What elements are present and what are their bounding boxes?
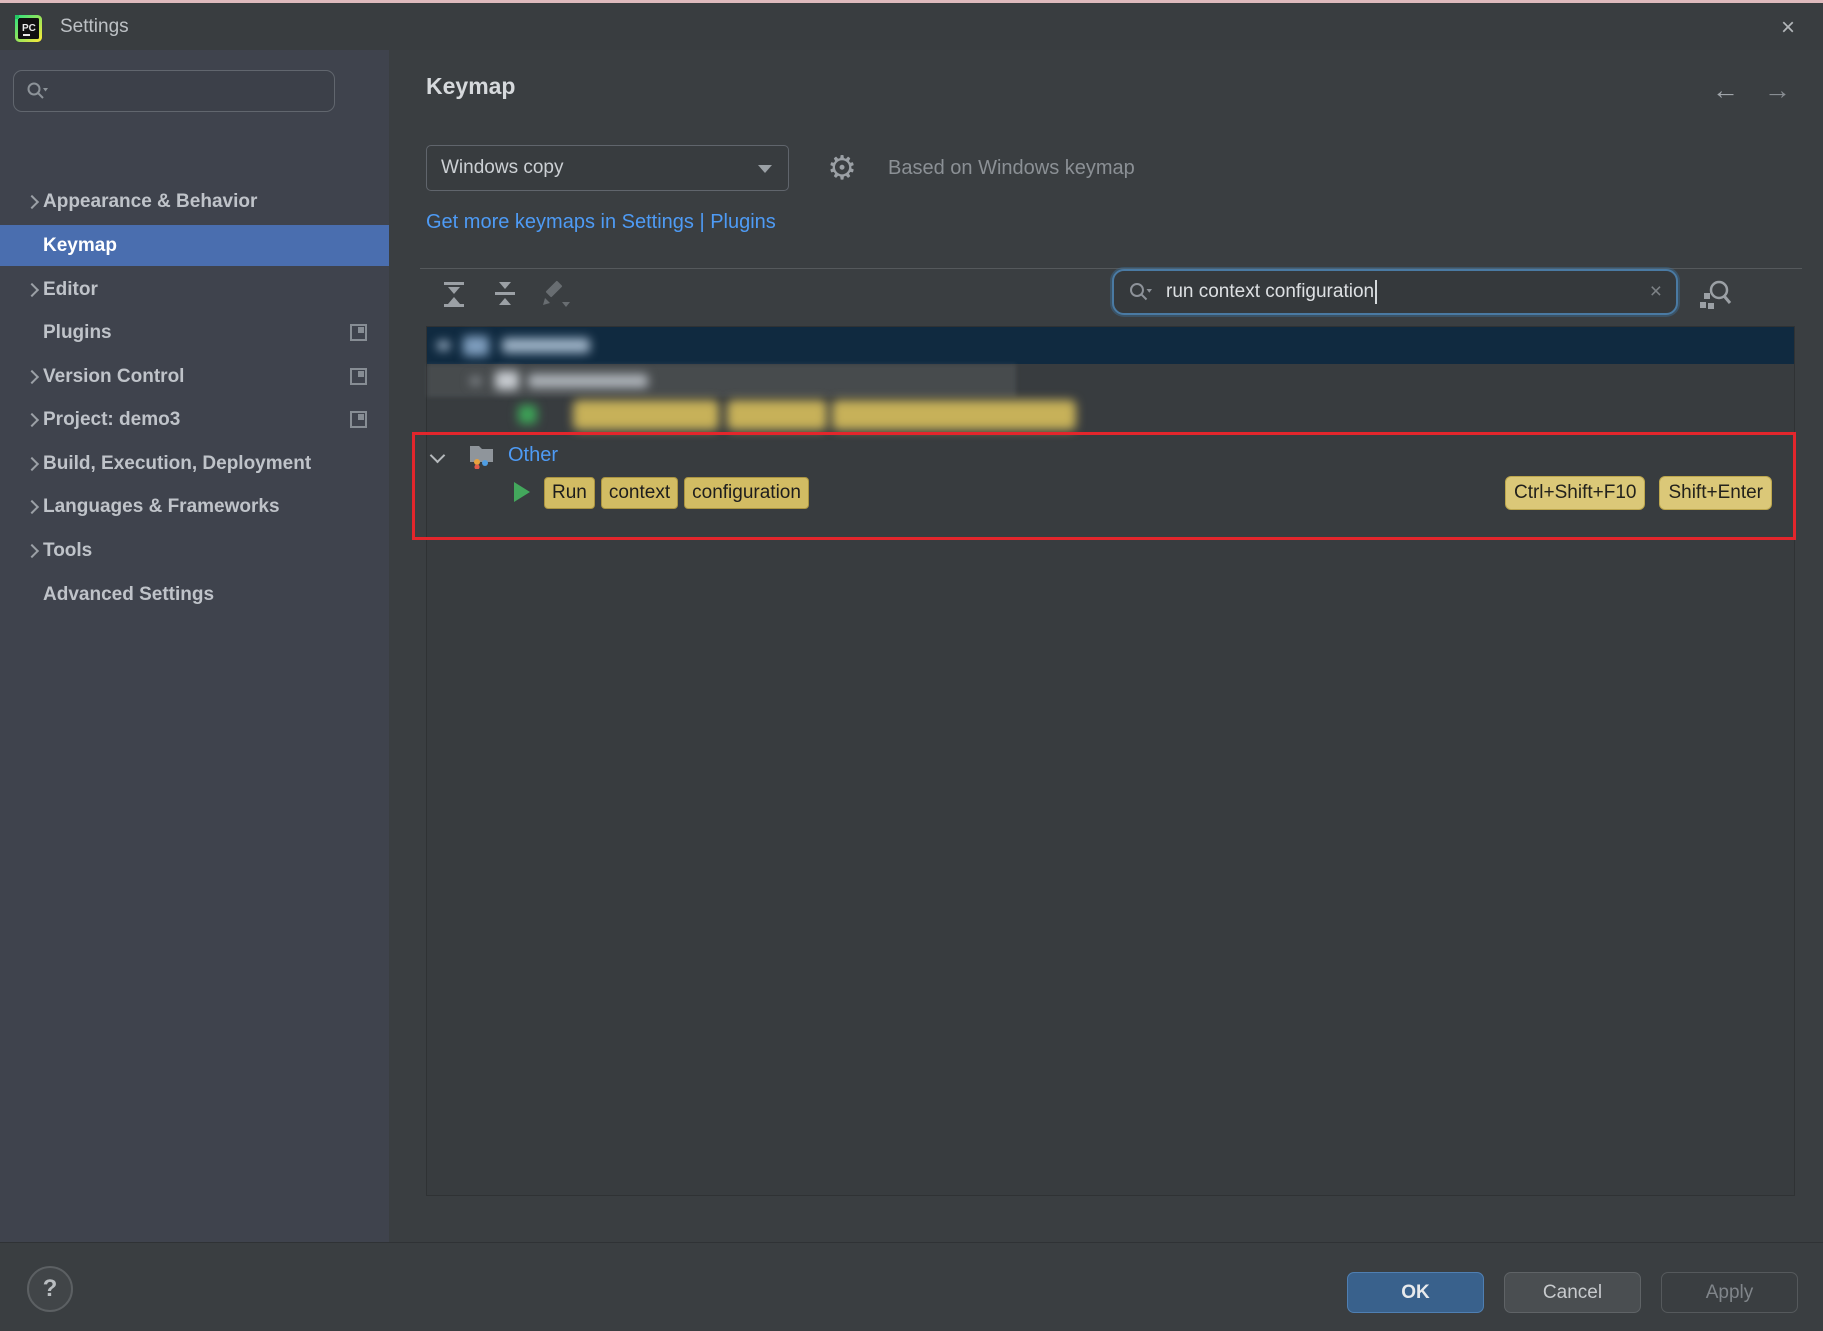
- text-caret: [1375, 280, 1377, 304]
- sidebar-item-project-demo3[interactable]: Project: demo3: [0, 399, 389, 440]
- back-icon[interactable]: ←: [1712, 75, 1739, 106]
- tree-row-selected-blurred[interactable]: [427, 327, 1794, 364]
- sidebar-item-build-execution-deployment[interactable]: Build, Execution, Deployment: [0, 443, 389, 484]
- plugin-provided-icon: [350, 324, 367, 341]
- pycharm-logo-icon: PC: [15, 15, 42, 42]
- sidebar-item-plugins[interactable]: Plugins: [0, 312, 389, 353]
- gear-icon[interactable]: ⚙: [820, 146, 864, 190]
- edit-icon[interactable]: [538, 278, 570, 310]
- sidebar-item-label: Keymap: [43, 235, 117, 257]
- sidebar-item-version-control[interactable]: Version Control: [0, 356, 389, 397]
- titlebar: PC Settings ×: [0, 3, 1823, 50]
- blurred-text: [528, 374, 648, 388]
- chevron-right-icon: [25, 543, 39, 557]
- find-actions-by-shortcut-icon[interactable]: [1698, 278, 1734, 312]
- collapse-all-icon[interactable]: [489, 278, 521, 310]
- cancel-button[interactable]: Cancel: [1504, 1272, 1641, 1313]
- chevron-right-icon: [25, 369, 39, 383]
- chevron-right-icon: [25, 499, 39, 513]
- ok-button[interactable]: OK: [1347, 1272, 1484, 1313]
- chevron-down-icon: [758, 165, 772, 173]
- settings-window: PC Settings × Appearance & Behavior Keym…: [0, 0, 1823, 1331]
- forward-icon[interactable]: →: [1764, 75, 1791, 106]
- action-search-input[interactable]: run context configuration ×: [1112, 269, 1678, 315]
- window-title: Settings: [60, 16, 129, 38]
- sidebar-item-label: Editor: [43, 279, 98, 301]
- chevron-right-icon: [25, 456, 39, 470]
- sidebar-item-keymap[interactable]: Keymap: [0, 225, 389, 266]
- apply-button[interactable]: Apply: [1661, 1272, 1798, 1313]
- sidebar-item-label: Build, Execution, Deployment: [43, 453, 311, 475]
- search-icon: [1128, 281, 1152, 303]
- blurred-run-icon: [518, 405, 537, 424]
- keymap-scheme-select[interactable]: Windows copy: [426, 145, 789, 191]
- close-icon[interactable]: ×: [1768, 9, 1808, 47]
- page-title: Keymap: [426, 73, 515, 100]
- based-on-label: Based on Windows keymap: [888, 157, 1135, 180]
- plugin-provided-icon: [350, 411, 367, 428]
- blurred-folder-icon: [495, 371, 519, 390]
- sidebar-item-advanced-settings[interactable]: Advanced Settings: [0, 574, 389, 615]
- keymap-scheme-value: Windows copy: [441, 157, 564, 179]
- plugin-provided-icon: [350, 368, 367, 385]
- chevron-right-icon: [25, 194, 39, 208]
- chevron-right-icon: [25, 282, 39, 296]
- sidebar-item-label: Tools: [43, 540, 92, 562]
- search-icon: [26, 81, 48, 101]
- sidebar-item-appearance-behavior[interactable]: Appearance & Behavior: [0, 181, 389, 222]
- annotation-highlight-rectangle: [412, 432, 1796, 540]
- expand-all-icon[interactable]: [438, 278, 470, 310]
- footer-divider: [0, 1242, 1823, 1243]
- blurred-match-badge: [727, 400, 827, 430]
- sidebar-item-label: Version Control: [43, 366, 184, 388]
- sidebar-item-editor[interactable]: Editor: [0, 269, 389, 310]
- blurred-text: [502, 338, 590, 353]
- chevron-right-icon: [25, 412, 39, 426]
- blurred-chevron: [470, 377, 481, 385]
- blurred-chevron: [437, 341, 450, 350]
- sidebar-item-label: Project: demo3: [43, 409, 180, 431]
- get-more-keymaps-link[interactable]: Get more keymaps in Settings | Plugins: [426, 211, 776, 234]
- sidebar-item-label: Advanced Settings: [43, 584, 214, 606]
- sidebar: Appearance & Behavior Keymap Editor Plug…: [0, 50, 389, 1242]
- sidebar-item-label: Plugins: [43, 322, 112, 344]
- sidebar-item-languages-frameworks[interactable]: Languages & Frameworks: [0, 486, 389, 527]
- blurred-folder-icon: [463, 336, 489, 356]
- help-button[interactable]: ?: [27, 1266, 73, 1312]
- sidebar-item-label: Languages & Frameworks: [43, 496, 280, 518]
- blurred-match-badge: [573, 400, 719, 430]
- clear-search-icon[interactable]: ×: [1650, 280, 1662, 304]
- blurred-match-badge: [832, 400, 1076, 430]
- sidebar-item-label: Appearance & Behavior: [43, 191, 257, 213]
- sidebar-item-tools[interactable]: Tools: [0, 530, 389, 571]
- svg-text:PC: PC: [22, 23, 36, 34]
- settings-search-input[interactable]: [13, 70, 335, 112]
- action-search-value: run context configuration: [1166, 281, 1374, 303]
